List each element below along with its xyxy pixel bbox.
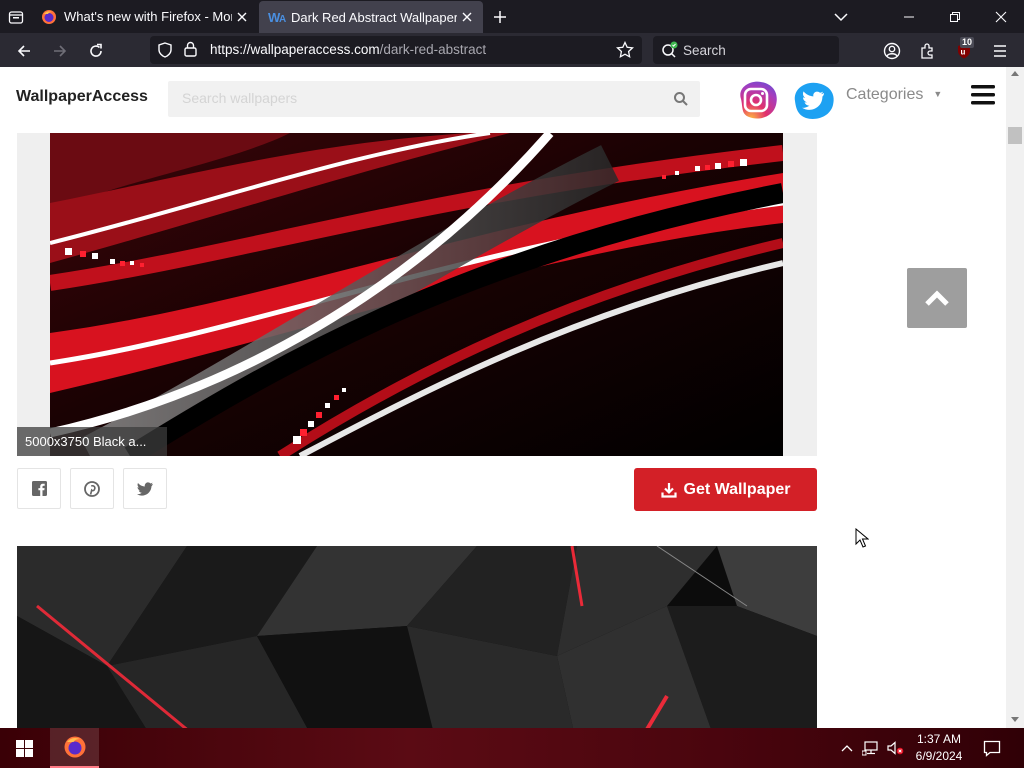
tracking-shield-icon[interactable]	[158, 42, 172, 58]
download-icon	[660, 482, 677, 498]
scroll-to-top-button[interactable]	[907, 268, 967, 328]
scroll-down-arrow-icon[interactable]	[1011, 717, 1019, 723]
ublock-count-badge: 10	[960, 37, 975, 48]
address-bar[interactable]: https://wallpaperaccess.com/dark-red-abs…	[150, 36, 642, 64]
close-tab-icon[interactable]	[232, 7, 252, 27]
search-placeholder: Search	[683, 43, 726, 58]
wallpaper-caption: 5000x3750 Black a...	[17, 427, 167, 456]
bookmark-star-icon[interactable]	[616, 41, 634, 59]
pinterest-icon	[84, 480, 100, 497]
categories-label: Categories	[846, 86, 924, 103]
wallpaperaccess-favicon-icon: WA	[268, 9, 286, 25]
show-hidden-icons-chevron-icon[interactable]	[838, 728, 856, 768]
twitter-icon	[137, 481, 153, 496]
search-engine-icon[interactable]	[661, 41, 679, 59]
firefox-logo-icon	[41, 9, 57, 25]
search-bar[interactable]: Search	[653, 36, 839, 64]
site-header: WallpaperAccess Categories ▼	[0, 67, 1006, 133]
browser-tab-strip: What's new with Firefox - More WA Dark R…	[0, 0, 1024, 33]
facebook-icon	[31, 481, 47, 496]
svg-text:u: u	[961, 48, 966, 57]
browser-navigation-bar: https://wallpaperaccess.com/dark-red-abs…	[0, 33, 1024, 67]
tab-firefox-whats-new[interactable]: What's new with Firefox - More	[32, 0, 258, 33]
forward-arrow-icon[interactable]	[46, 37, 74, 65]
account-icon[interactable]	[878, 37, 906, 65]
svg-text:A: A	[279, 14, 286, 25]
twitter-bird-icon[interactable]	[791, 79, 837, 121]
scrollbar-thumb[interactable]	[1008, 127, 1022, 144]
windows-taskbar: 1:37 AM 6/9/2024	[0, 728, 1024, 768]
notifications-icon[interactable]	[978, 728, 1006, 768]
tab-dark-red-abstract[interactable]: WA Dark Red Abstract Wallpapers -	[259, 1, 483, 33]
wallpaper-image-black-polygons[interactable]	[17, 546, 817, 728]
extensions-puzzle-icon[interactable]	[914, 37, 942, 65]
network-icon[interactable]	[860, 728, 882, 768]
taskbar-firefox-icon[interactable]	[50, 728, 99, 768]
tab-title: Dark Red Abstract Wallpapers -	[291, 9, 457, 25]
caret-down-icon: ▼	[933, 89, 943, 99]
close-window-icon[interactable]	[978, 0, 1024, 33]
web-page: WallpaperAccess Categories ▼	[0, 67, 1006, 728]
categories-dropdown[interactable]: Categories ▼	[846, 86, 942, 104]
windows-start-icon[interactable]	[0, 728, 48, 768]
lock-icon[interactable]	[184, 41, 197, 57]
site-search-box[interactable]	[168, 81, 700, 117]
system-clock[interactable]: 1:37 AM 6/9/2024	[906, 731, 972, 765]
search-icon[interactable]	[673, 91, 689, 107]
list-all-tabs-chevron-icon[interactable]	[818, 0, 864, 33]
chevron-up-icon	[924, 289, 950, 307]
url-text[interactable]: https://wallpaperaccess.com/dark-red-abs…	[210, 42, 486, 57]
clock-time: 1:37 AM	[916, 732, 962, 746]
hamburger-menu-icon[interactable]	[970, 83, 996, 107]
page-scrollbar[interactable]	[1006, 67, 1024, 728]
minimize-icon[interactable]	[886, 0, 932, 33]
back-arrow-icon[interactable]	[10, 37, 38, 65]
restore-icon[interactable]	[932, 0, 978, 33]
instagram-icon[interactable]	[735, 79, 779, 121]
get-wallpaper-button[interactable]: Get Wallpaper	[634, 468, 817, 511]
mouse-pointer-icon	[855, 528, 869, 548]
share-twitter-button[interactable]	[123, 468, 167, 509]
tab-list-icon[interactable]	[4, 5, 28, 29]
site-logo[interactable]: WallpaperAccess	[16, 88, 148, 106]
get-wallpaper-label: Get Wallpaper	[683, 480, 791, 498]
share-pinterest-button[interactable]	[70, 468, 114, 509]
tab-title: What's new with Firefox - More	[64, 9, 232, 24]
url-host: https://wallpaperaccess.com	[210, 42, 380, 57]
wallpaper-image-red-waves[interactable]	[50, 133, 783, 456]
clock-date: 6/9/2024	[915, 749, 963, 763]
scroll-up-arrow-icon[interactable]	[1011, 70, 1019, 76]
site-search-input[interactable]	[180, 89, 660, 107]
volume-muted-icon[interactable]	[884, 728, 906, 768]
app-menu-icon[interactable]	[986, 37, 1014, 65]
url-path: /dark-red-abstract	[379, 42, 487, 57]
wallpaper-card[interactable]: 5000x3750 Black a...	[17, 133, 817, 456]
share-facebook-button[interactable]	[17, 468, 61, 509]
new-tab-icon[interactable]	[488, 5, 512, 29]
reload-icon[interactable]	[82, 37, 110, 65]
close-tab-icon[interactable]	[457, 7, 477, 27]
